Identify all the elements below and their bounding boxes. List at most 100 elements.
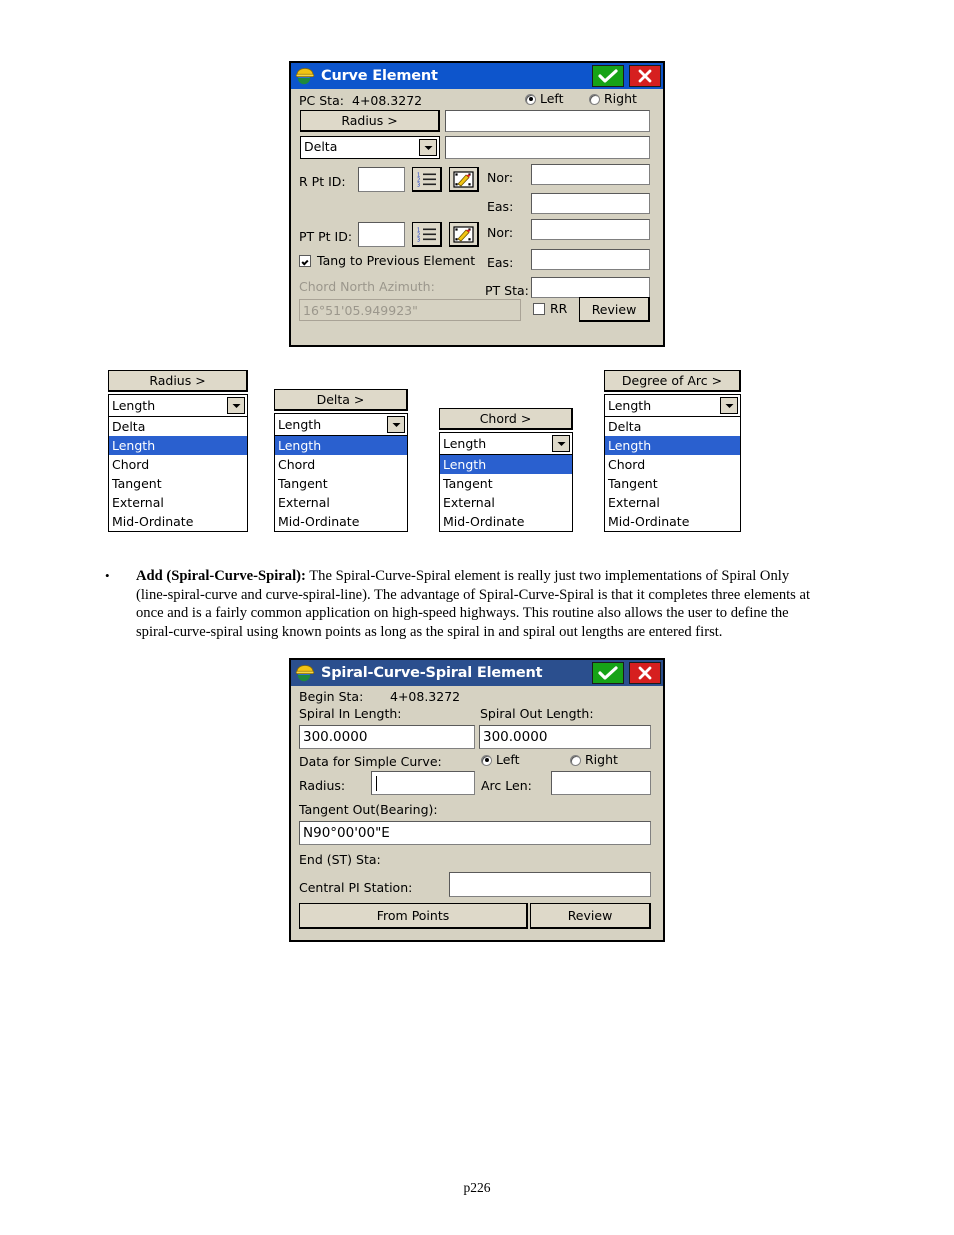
list-item[interactable]: Delta: [109, 417, 247, 436]
r-nor-input[interactable]: [531, 164, 650, 185]
pt-sta-input[interactable]: [531, 277, 650, 298]
pt-pt-id-input[interactable]: [358, 222, 405, 247]
from-points-button[interactable]: From Points: [299, 903, 528, 929]
list-item[interactable]: Length: [275, 436, 407, 455]
ok-button[interactable]: [592, 662, 624, 684]
combo-value-delta: Length: [278, 417, 322, 432]
close-button[interactable]: [629, 65, 661, 87]
list-item[interactable]: Delta: [605, 417, 740, 436]
list-item[interactable]: Mid-Ordinate: [440, 512, 572, 531]
combo-list-chord[interactable]: Length Tangent External Mid-Ordinate: [439, 455, 573, 532]
paragraph-line-1: Add (Spiral-Curve-Spiral): The Spiral-Cu…: [136, 567, 836, 586]
list-item[interactable]: Tangent: [440, 474, 572, 493]
list-item[interactable]: Mid-Ordinate: [109, 512, 247, 531]
scs-radius-input[interactable]: [371, 771, 475, 795]
r-nor-label: Nor:: [487, 170, 514, 185]
list-item[interactable]: Chord: [275, 455, 407, 474]
list-item[interactable]: Tangent: [605, 474, 740, 493]
review-button[interactable]: Review: [579, 297, 650, 322]
combo-select-delta[interactable]: Length: [274, 413, 408, 436]
list-item[interactable]: External: [440, 493, 572, 512]
chevron-down-icon[interactable]: [419, 139, 437, 156]
pt-nor-input[interactable]: [531, 219, 650, 240]
combo-group-degree-of-arc: Degree of Arc > Length Delta Length Chor…: [604, 370, 741, 532]
curve-element-title: Curve Element: [321, 68, 438, 84]
combo-list-delta[interactable]: Length Chord Tangent External Mid-Ordina…: [274, 436, 408, 532]
list-item[interactable]: Length: [109, 436, 247, 455]
delta-combo[interactable]: Delta: [300, 136, 440, 159]
pt-eas-input[interactable]: [531, 249, 650, 270]
side-right-radio[interactable]: Right: [589, 91, 637, 106]
side-left-radio[interactable]: Left: [525, 92, 564, 106]
list-item[interactable]: Length: [605, 436, 740, 455]
end-st-sta-value: [451, 849, 651, 851]
spiral-out-input[interactable]: 300.0000: [479, 725, 651, 749]
paragraph-line-3: once and is a fairly common application …: [136, 605, 789, 622]
r-pt-list-button[interactable]: 1 2 3: [412, 167, 442, 192]
arc-len-input[interactable]: [551, 771, 651, 795]
r-eas-label: Eas:: [487, 199, 514, 214]
central-pi-input[interactable]: [449, 872, 651, 897]
combo-select-radius[interactable]: Length: [108, 394, 248, 417]
tangent-out-label: Tangent Out(Bearing):: [299, 802, 438, 817]
chevron-down-icon[interactable]: [720, 397, 738, 414]
scs-side-right-label: Right: [585, 752, 618, 767]
r-pt-id-input[interactable]: [358, 167, 405, 192]
combo-head-chord[interactable]: Chord >: [439, 408, 573, 430]
combo-select-chord[interactable]: Length: [439, 432, 573, 455]
scs-side-right-radio[interactable]: Right: [570, 752, 618, 767]
list-item[interactable]: Mid-Ordinate: [275, 512, 407, 531]
list-item[interactable]: Chord: [109, 455, 247, 474]
combo-select-degree-of-arc[interactable]: Length: [604, 394, 741, 417]
tang-previous-checkbox[interactable]: Tang to Previous Element: [299, 253, 476, 268]
combo-list-degree-of-arc[interactable]: Delta Length Chord Tangent External Mid-…: [604, 417, 741, 532]
combo-head-delta[interactable]: Delta >: [274, 389, 408, 411]
svg-text:3: 3: [417, 183, 420, 188]
pt-pt-pick-button[interactable]: [449, 222, 479, 247]
radio-dot-left: [481, 754, 492, 766]
spiral-curve-spiral-dialog: Spiral-Curve-Spiral Element Begin Sta: 4…: [289, 658, 665, 942]
list-item[interactable]: Mid-Ordinate: [605, 512, 740, 531]
chord-azimuth-label: Chord North Azimuth:: [299, 279, 435, 294]
list-item[interactable]: External: [605, 493, 740, 512]
r-eas-input[interactable]: [531, 193, 650, 214]
chevron-down-icon[interactable]: [552, 435, 570, 452]
list-item[interactable]: External: [109, 493, 247, 512]
combo-list-radius[interactable]: Delta Length Chord Tangent External Mid-…: [108, 417, 248, 532]
arc-len-label: Arc Len:: [481, 778, 532, 793]
rr-checkbox[interactable]: RR: [533, 302, 567, 316]
hardhat-globe-icon: [295, 664, 315, 682]
rr-checkbox-box: [533, 303, 545, 316]
list-item[interactable]: Tangent: [109, 474, 247, 493]
radius-input[interactable]: [445, 110, 650, 132]
hardhat-globe-icon: [295, 67, 315, 85]
r-pt-pick-button[interactable]: [449, 167, 479, 192]
delta-input[interactable]: [445, 136, 650, 159]
curve-element-titlebar: Curve Element: [291, 63, 663, 89]
side-right-label: Right: [604, 91, 637, 106]
tangent-out-input[interactable]: N90°00'00"E: [299, 821, 651, 845]
list-item[interactable]: Chord: [605, 455, 740, 474]
chevron-down-icon[interactable]: [387, 416, 405, 433]
pc-sta-value: 4+08.3272: [352, 93, 423, 108]
scs-review-button[interactable]: Review: [530, 903, 651, 929]
list-item[interactable]: External: [275, 493, 407, 512]
pt-sta-label: PT Sta:: [485, 283, 529, 298]
radius-button[interactable]: Radius >: [300, 110, 440, 132]
combo-value-chord: Length: [443, 436, 487, 451]
curve-element-body: PC Sta: 4+08.3272 Left Right Radius > De…: [291, 89, 663, 345]
combo-head-degree-of-arc[interactable]: Degree of Arc >: [604, 370, 741, 392]
scs-side-left-radio[interactable]: Left: [481, 753, 520, 767]
paragraph-line-4: spiral-curve-spiral using known points a…: [136, 623, 723, 640]
list-item[interactable]: Tangent: [275, 474, 407, 493]
ok-button[interactable]: [592, 65, 624, 87]
pt-pt-list-button[interactable]: 1 2 3: [412, 222, 442, 247]
close-button[interactable]: [629, 662, 661, 684]
list-item[interactable]: Length: [440, 455, 572, 474]
spiral-in-input[interactable]: 300.0000: [299, 725, 475, 749]
combo-group-chord: Chord > Length Length Tangent External M…: [439, 408, 573, 532]
tang-previous-label: Tang to Previous Element: [317, 253, 476, 268]
chevron-down-icon[interactable]: [227, 397, 245, 414]
combo-head-radius[interactable]: Radius >: [108, 370, 248, 392]
scs-body: Begin Sta: 4+08.3272 Spiral In Length: S…: [291, 686, 663, 940]
